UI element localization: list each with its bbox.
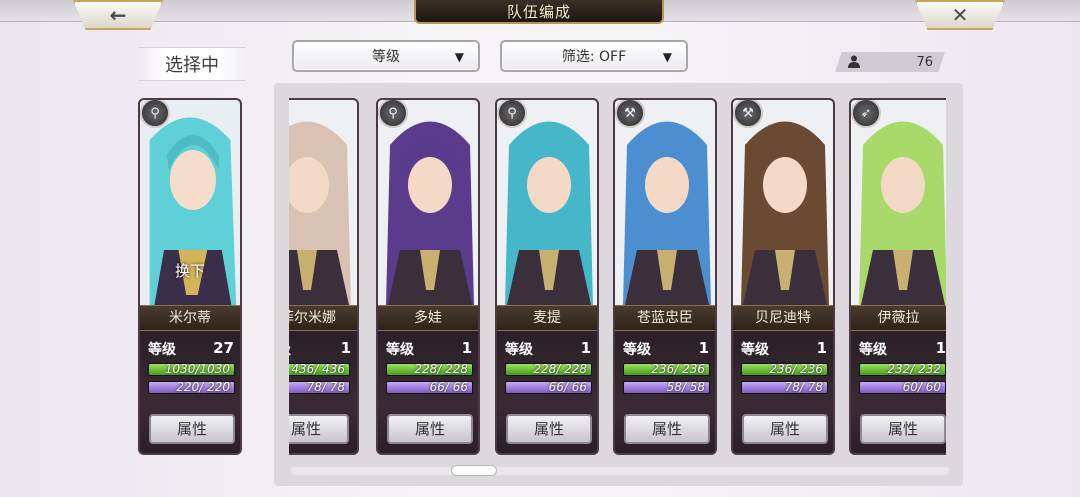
character-name: 菲尔米娜 — [289, 305, 357, 331]
character-stats: 等级 1 236/ 236 78/ 78 属性 — [733, 331, 833, 453]
character-portrait — [615, 100, 715, 305]
selected-character-card[interactable]: ⚲ 换下 米尔蒂 等级 27 1030/1030 220/ 220 属性 — [138, 98, 242, 455]
level-value: 1 — [580, 339, 591, 357]
level-row: 等级 1 — [623, 339, 709, 358]
level-row: 等级 1 — [859, 339, 946, 358]
back-arrow-icon: ← — [109, 3, 127, 27]
level-label: 等级 — [505, 342, 533, 358]
level-value: 1 — [816, 339, 827, 357]
level-row: 等级 27 — [148, 339, 234, 358]
level-value: 1 — [340, 339, 351, 357]
roster-character-card[interactable]: ⚲ 麦提 等级 1 228/ 228 66/ 66 属性 — [495, 98, 599, 455]
attributes-button[interactable]: 属性 — [387, 414, 473, 444]
hp-bar: 236/ 236 — [741, 363, 828, 376]
hp-bar: 228/ 228 — [505, 363, 592, 376]
attributes-button[interactable]: 属性 — [149, 414, 235, 444]
character-name: 苍蓝忠臣 — [615, 305, 715, 331]
roster-character-card[interactable]: ⚒ 苍蓝忠臣 等级 1 236/ 236 58/ 58 属性 — [613, 98, 717, 455]
scrollbar-thumb[interactable] — [451, 465, 497, 476]
mp-bar: 78/ 78 — [289, 381, 350, 394]
character-stats: 等级 27 1030/1030 220/ 220 属性 — [140, 331, 240, 453]
filter-dropdown-label: 筛选: OFF — [561, 49, 627, 65]
level-value: 1 — [935, 339, 946, 357]
mp-bar: 58/ 58 — [623, 381, 710, 394]
mp-bar: 60/ 60 — [859, 381, 946, 394]
mp-bar: 66/ 66 — [386, 381, 473, 394]
level-value: 27 — [213, 339, 234, 357]
attributes-button[interactable]: 属性 — [624, 414, 710, 444]
roster-character-card[interactable]: 菲尔米娜 等级 1 436/ 436 78/ 78 属性 — [289, 98, 359, 455]
level-row: 等级 1 — [741, 339, 827, 358]
axe-icon: ⚒ — [615, 100, 645, 128]
level-label: 等级 — [623, 342, 651, 358]
level-label: 等级 — [289, 339, 291, 359]
staff-icon: ⚲ — [378, 100, 408, 128]
mp-bar: 78/ 78 — [741, 381, 828, 394]
back-button[interactable]: ← — [73, 0, 163, 30]
close-button[interactable]: ✕ — [915, 0, 1005, 30]
level-row: 等级 1 — [386, 339, 472, 358]
character-name: 米尔蒂 — [140, 305, 240, 331]
person-icon — [848, 55, 860, 71]
level-row: 等级 1 — [289, 339, 351, 359]
sort-dropdown-label: 等级 — [372, 49, 400, 65]
filter-dropdown[interactable]: 筛选: OFF ▼ — [500, 40, 688, 72]
selecting-label: 选择中 — [138, 47, 246, 81]
hp-bar: 236/ 236 — [623, 363, 710, 376]
character-name: 伊薇拉 — [851, 305, 946, 331]
dropdown-arrow-icon: ▼ — [454, 50, 464, 64]
axe-icon: ⚒ — [733, 100, 763, 128]
character-portrait — [289, 100, 357, 305]
hp-bar: 1030/1030 — [148, 363, 235, 376]
level-label: 等级 — [148, 342, 176, 358]
character-name: 麦提 — [497, 305, 597, 331]
unit-count-badge: 76 — [835, 52, 945, 72]
level-value: 1 — [698, 339, 709, 357]
hp-bar: 232/ 232 — [859, 363, 946, 376]
level-label: 等级 — [859, 342, 887, 358]
hp-bar: 436/ 436 — [289, 363, 350, 376]
roster-character-card[interactable]: ➶ 伊薇拉 等级 1 232/ 232 60/ 60 属性 — [849, 98, 946, 455]
level-value: 1 — [461, 339, 472, 357]
attributes-button[interactable]: 属性 — [742, 414, 828, 444]
level-label: 等级 — [741, 342, 769, 358]
character-name: 贝尼迪特 — [733, 305, 833, 331]
character-portrait — [733, 100, 833, 305]
attributes-button[interactable]: 属性 — [506, 414, 592, 444]
character-portrait — [497, 100, 597, 305]
character-portrait — [851, 100, 946, 305]
level-label: 等级 — [386, 342, 414, 358]
hp-bar: 228/ 228 — [386, 363, 473, 376]
horizontal-scrollbar[interactable] — [291, 467, 949, 475]
spear-icon: ➶ — [851, 100, 881, 128]
swap-out-label: 换下 — [174, 262, 205, 280]
staff-icon: ⚲ — [497, 100, 527, 128]
close-icon: ✕ — [951, 3, 969, 27]
attributes-button[interactable]: 属性 — [860, 414, 946, 444]
sort-dropdown[interactable]: 等级 ▼ — [292, 40, 480, 72]
page-title: 队伍编成 — [414, 0, 664, 24]
roster-character-card[interactable]: ⚒ 贝尼迪特 等级 1 236/ 236 78/ 78 属性 — [731, 98, 835, 455]
roster-character-card[interactable]: ⚲ 多娃 等级 1 228/ 228 66/ 66 属性 — [376, 98, 480, 455]
dropdown-arrow-icon: ▼ — [662, 50, 672, 64]
mp-bar: 66/ 66 — [505, 381, 592, 394]
character-stats: 等级 1 436/ 436 78/ 78 属性 — [289, 331, 357, 453]
character-stats: 等级 1 228/ 228 66/ 66 属性 — [378, 331, 478, 453]
staff-icon: ⚲ — [140, 100, 170, 128]
character-stats: 等级 1 236/ 236 58/ 58 属性 — [615, 331, 715, 453]
unit-count: 76 — [916, 54, 933, 70]
character-stats: 等级 1 232/ 232 60/ 60 属性 — [851, 331, 946, 453]
character-portrait — [378, 100, 478, 305]
attributes-button[interactable]: 属性 — [289, 414, 349, 444]
mp-bar: 220/ 220 — [148, 381, 235, 394]
level-row: 等级 1 — [505, 339, 591, 358]
character-stats: 等级 1 228/ 228 66/ 66 属性 — [497, 331, 597, 453]
character-name: 多娃 — [378, 305, 478, 331]
